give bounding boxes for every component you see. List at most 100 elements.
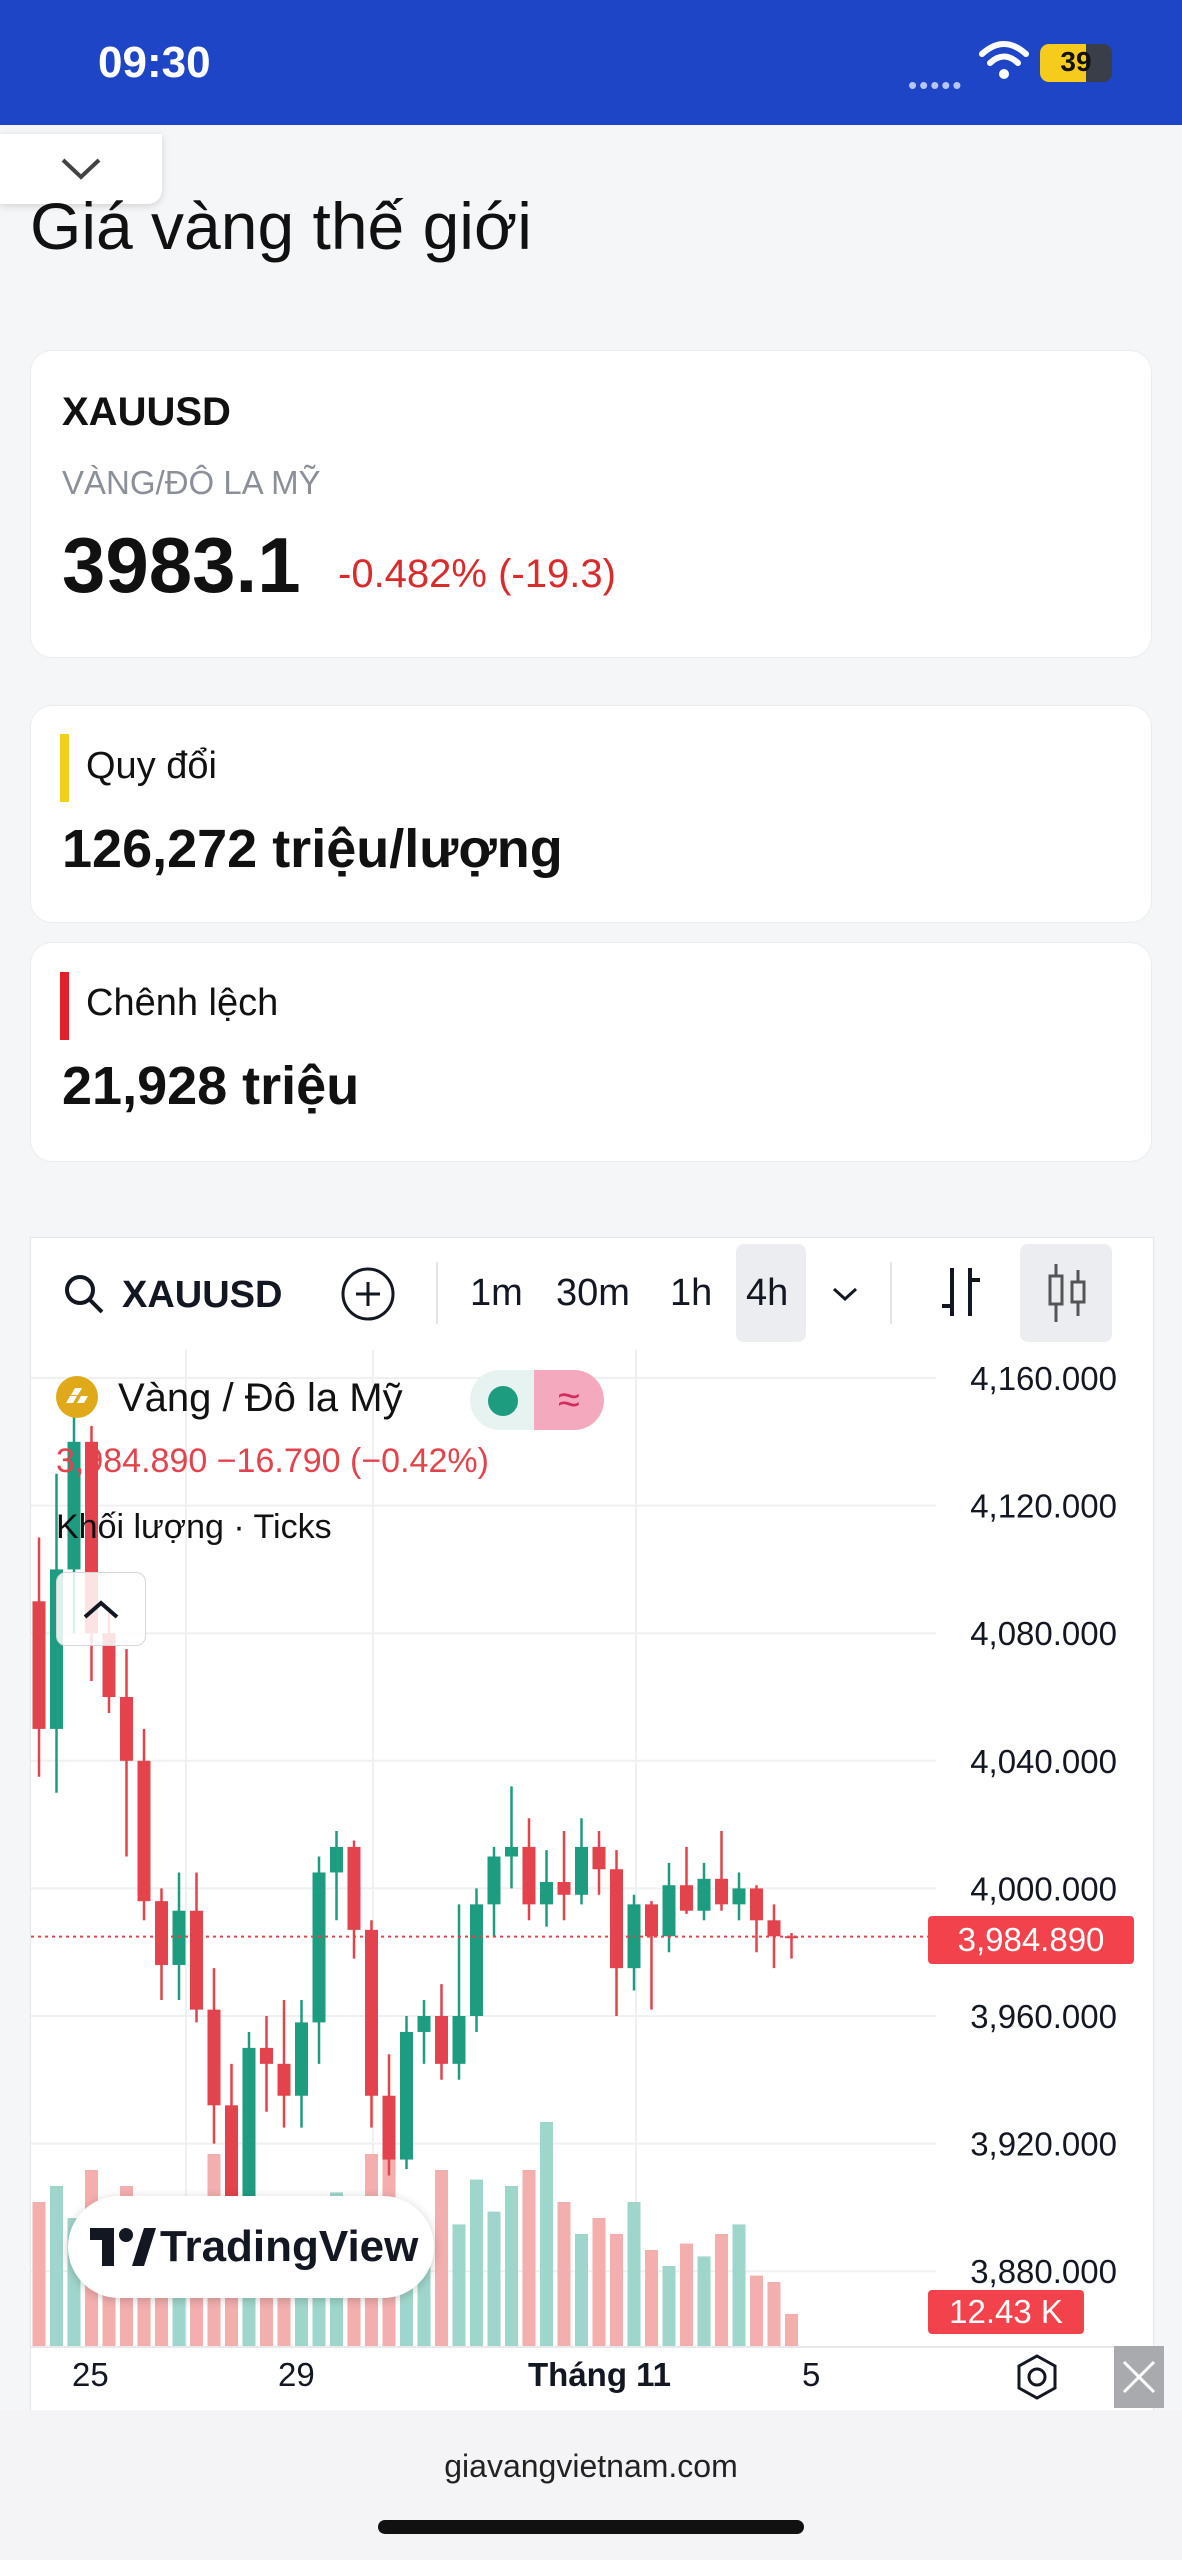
- chevron-down-icon: [61, 158, 101, 180]
- difference-indicator: [60, 972, 69, 1040]
- volume-bar: [610, 2234, 623, 2346]
- candlestick-icon: [1048, 1264, 1086, 1322]
- difference-value: 21,928 triệu: [62, 1056, 360, 1116]
- wifi-icon: [979, 41, 1029, 79]
- clock: 09:30: [98, 38, 211, 87]
- candle-body: [312, 1872, 326, 2023]
- time-tick: 5: [802, 2356, 821, 2393]
- candle-body: [137, 1760, 151, 1902]
- candle-body: [295, 2022, 308, 2096]
- price-axis-tick: 3,880.000: [970, 2253, 1117, 2290]
- candle-body: [662, 1885, 676, 1937]
- candle-body: [487, 1856, 501, 1905]
- price-axis-tick: 3,920.000: [970, 2126, 1117, 2163]
- difference-card: [30, 942, 1152, 1162]
- volume-bar: [452, 2224, 466, 2346]
- page-title: Giá vàng thế giới: [30, 189, 532, 263]
- volume-bar: [32, 2202, 46, 2346]
- interval-4h[interactable]: 4h: [746, 1272, 788, 1315]
- chevron-down-icon[interactable]: [830, 1282, 860, 1306]
- ticker-price: 3983.1: [62, 521, 301, 609]
- ticker-name: VÀNG/ĐÔ LA MỸ: [62, 464, 321, 501]
- volume-bar: [767, 2282, 781, 2346]
- browser-footer: [0, 2410, 1182, 2560]
- volume-bar: [697, 2256, 711, 2346]
- chart-settings-icon[interactable]: [1010, 2350, 1064, 2404]
- candle-body: [172, 1910, 186, 1965]
- candle-body: [347, 1846, 361, 1930]
- candle-body: [120, 1697, 133, 1761]
- candle-body: [260, 2047, 273, 2064]
- last-volume-tag: 12.43 K: [928, 2290, 1084, 2334]
- bar-chart-type-icon[interactable]: [936, 1262, 986, 1322]
- volume-bar: [627, 2202, 641, 2346]
- volume-bar: [540, 2122, 553, 2346]
- candle-body: [452, 2016, 466, 2064]
- interval-1m[interactable]: 1m: [470, 1272, 523, 1315]
- approx-data-icon: ≈: [534, 1370, 604, 1430]
- battery-level: 39: [1060, 46, 1092, 77]
- interval-30m[interactable]: 30m: [556, 1272, 630, 1315]
- volume-bar: [785, 2314, 798, 2346]
- chart-symbol[interactable]: XAUUSD: [122, 1274, 282, 1317]
- chevron-up-icon: [83, 1600, 119, 1619]
- toolbar-divider: [436, 1262, 438, 1324]
- candle-body: [417, 2016, 431, 2032]
- time-tick: 25: [72, 2356, 109, 2393]
- candle-body: [32, 1601, 46, 1729]
- home-indicator: [378, 2520, 804, 2534]
- volume-bar: [645, 2250, 658, 2346]
- time-tick: Tháng 11: [528, 2356, 672, 2393]
- difference-label: Chênh lệch: [86, 982, 279, 1024]
- volume-bar: [680, 2243, 693, 2346]
- interval-1h[interactable]: 1h: [670, 1272, 712, 1315]
- candle-body: [697, 1878, 711, 1911]
- candle-body: [715, 1878, 728, 1905]
- battery-icon: 39: [1040, 44, 1112, 82]
- close-icon: [1122, 2360, 1156, 2394]
- candle-body: [557, 1882, 571, 1895]
- candle-body: [190, 1910, 203, 2010]
- search-icon[interactable]: [62, 1272, 106, 1316]
- volume-bar: [662, 2266, 676, 2346]
- cellular-signal-icon: •••••: [908, 70, 964, 100]
- volume-bar: [557, 2202, 571, 2346]
- candle-body: [522, 1846, 536, 1905]
- candle-body: [680, 1885, 693, 1911]
- candle-body: [330, 1846, 343, 1873]
- last-price-value: 3,984.890: [957, 1921, 1105, 1958]
- candle-body: [470, 1904, 483, 2016]
- candle-body: [277, 2063, 291, 2096]
- legend-values: 3,984.890 −16.790 (−0.42%): [56, 1442, 489, 1480]
- volume-bar: [592, 2218, 606, 2346]
- candle-body: [435, 2016, 448, 2064]
- time-axis-border: [31, 2346, 1151, 2348]
- price-axis-tick: 4,000.000: [970, 1870, 1117, 1907]
- ticker-change: -0.482% (-19.3): [338, 552, 616, 596]
- candle-body: [382, 2095, 396, 2160]
- candle-body: [505, 1846, 518, 1857]
- conversion-value: 126,272 triệu/lượng: [62, 819, 563, 879]
- candle-body: [610, 1869, 623, 1969]
- candle-body: [365, 1929, 378, 2096]
- close-ad-button[interactable]: [1114, 2346, 1164, 2408]
- volume-bar: [50, 2186, 63, 2346]
- volume-bar: [487, 2211, 501, 2346]
- candle-body: [767, 1920, 781, 1937]
- candle-body: [207, 2009, 221, 2106]
- site-url[interactable]: giavangvietnam.com: [0, 2448, 1182, 2485]
- last-price-tag: 3,984.890: [928, 1916, 1134, 1964]
- price-axis-tick: 4,040.000: [970, 1743, 1117, 1780]
- legend-title: Vàng / Đô la Mỹ: [118, 1376, 403, 1420]
- add-symbol-icon[interactable]: [340, 1266, 396, 1322]
- gold-symbol-icon: [56, 1376, 98, 1418]
- collapse-legend-button[interactable]: [56, 1572, 146, 1646]
- ticker-symbol: XAUUSD: [62, 390, 231, 434]
- candle-body: [155, 1901, 168, 1965]
- volume-label: Khối lượng · Ticks: [56, 1508, 332, 1546]
- candle-body: [732, 1888, 746, 1905]
- conversion-indicator: [60, 734, 69, 802]
- market-open-icon: [488, 1386, 518, 1416]
- tradingview-logo[interactable]: TradingView: [68, 2196, 434, 2298]
- volume-bar: [715, 2234, 728, 2346]
